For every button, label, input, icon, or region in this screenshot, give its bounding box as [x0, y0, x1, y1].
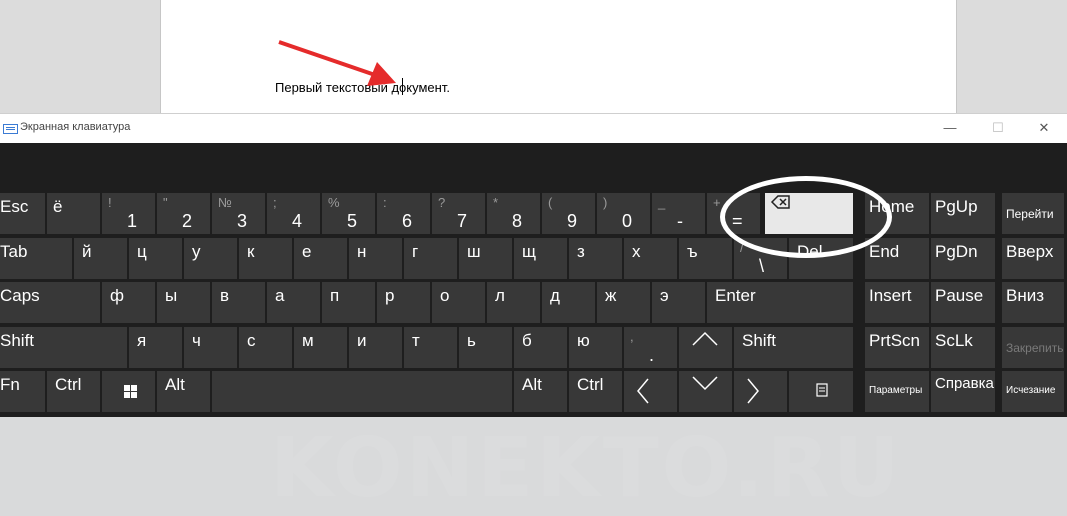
- key-pgup[interactable]: PgUp: [931, 193, 995, 234]
- key-ctrl-left[interactable]: Ctrl: [47, 371, 100, 412]
- key-8[interactable]: * 8: [487, 193, 540, 234]
- key-alt-right[interactable]: Alt: [514, 371, 567, 412]
- key-fn[interactable]: Fn: [0, 371, 45, 412]
- key-go[interactable]: Перейти: [1002, 193, 1064, 234]
- key-sh[interactable]: ш: [459, 238, 512, 279]
- key-g[interactable]: г: [404, 238, 457, 279]
- key-v[interactable]: в: [212, 282, 265, 323]
- osk-title: Экранная клавиатура: [20, 121, 131, 133]
- key-4[interactable]: ; 4: [267, 193, 320, 234]
- watermark-text: KONEKTO.RU: [270, 421, 903, 516]
- key-yy[interactable]: ы: [157, 282, 210, 323]
- key-m[interactable]: м: [294, 327, 347, 368]
- key-p[interactable]: п: [322, 282, 375, 323]
- key-arrow-up[interactable]: [679, 327, 732, 368]
- key-i[interactable]: и: [349, 327, 402, 368]
- key-hard[interactable]: ъ: [679, 238, 732, 279]
- key-e[interactable]: е: [294, 238, 347, 279]
- key-pgdn[interactable]: PgDn: [931, 238, 995, 279]
- highlight-ellipse: [720, 176, 892, 258]
- key-0[interactable]: ) 0: [597, 193, 650, 234]
- key-7[interactable]: ? 7: [432, 193, 485, 234]
- key-shift-right[interactable]: Shift: [734, 327, 853, 368]
- key-9[interactable]: (9: [542, 193, 595, 234]
- key-arrow-down[interactable]: [679, 371, 732, 412]
- key-tab[interactable]: Tab: [0, 238, 72, 279]
- key-up-nav[interactable]: Вверх: [1002, 238, 1064, 279]
- arrow-up-icon: [692, 331, 718, 346]
- key-y[interactable]: й: [74, 238, 127, 279]
- on-screen-keyboard: Esc ё ! 1 " 2 № 3 ; 4 % 5 :6 ? 7 * 8 (9 ) 0 _ - +…: [0, 143, 1067, 516]
- key-u[interactable]: у: [184, 238, 237, 279]
- key-5[interactable]: % 5: [322, 193, 375, 234]
- key-3[interactable]: № 3: [212, 193, 265, 234]
- key-d[interactable]: д: [542, 282, 595, 323]
- key-options[interactable]: Параметры: [865, 371, 929, 412]
- key-help[interactable]: Справка: [931, 371, 995, 412]
- arrow-left-icon: [637, 378, 649, 404]
- key-n[interactable]: н: [349, 238, 402, 279]
- arrow-down-icon: [692, 376, 718, 391]
- key-pause[interactable]: Pause: [931, 282, 995, 323]
- key-period[interactable]: ,.: [624, 327, 677, 368]
- osk-titlebar: Экранная клавиатура — ☐ ✕: [0, 113, 1067, 143]
- key-ya[interactable]: я: [129, 327, 182, 368]
- key-h[interactable]: х: [624, 238, 677, 279]
- key-1[interactable]: ! 1: [102, 193, 155, 234]
- key-alt-left[interactable]: Alt: [157, 371, 210, 412]
- menu-icon: [816, 383, 828, 397]
- key-shch[interactable]: щ: [514, 238, 567, 279]
- key-menu[interactable]: [789, 371, 853, 412]
- key-prtscn[interactable]: PrtScn: [865, 327, 929, 368]
- key-dock[interactable]: Закрепить: [1002, 327, 1064, 368]
- key-l[interactable]: л: [487, 282, 540, 323]
- key-ts[interactable]: ц: [129, 238, 182, 279]
- close-button[interactable]: ✕: [1030, 118, 1058, 138]
- key-arrow-left[interactable]: [624, 371, 677, 412]
- key-yo[interactable]: ё: [47, 193, 100, 234]
- key-arrow-right[interactable]: [734, 371, 787, 412]
- key-6[interactable]: :6: [377, 193, 430, 234]
- key-ch[interactable]: ч: [184, 327, 237, 368]
- red-arrow-annotation: [278, 40, 396, 86]
- key-shift-left[interactable]: Shift: [0, 327, 127, 368]
- key-enter[interactable]: Enter: [707, 282, 853, 323]
- key-minus[interactable]: _ -: [652, 193, 705, 234]
- key-ctrl-right[interactable]: Ctrl: [569, 371, 622, 412]
- key-2[interactable]: " 2: [157, 193, 210, 234]
- minimize-button[interactable]: —: [936, 118, 964, 138]
- key-o[interactable]: о: [432, 282, 485, 323]
- arrow-right-icon: [747, 378, 759, 404]
- key-z[interactable]: з: [569, 238, 622, 279]
- key-s[interactable]: с: [239, 327, 292, 368]
- keyboard-icon: [3, 124, 18, 134]
- key-windows[interactable]: [102, 371, 155, 412]
- key-k[interactable]: к: [239, 238, 292, 279]
- key-down-nav[interactable]: Вниз: [1002, 282, 1064, 323]
- key-esc[interactable]: Esc: [0, 193, 45, 234]
- key-r[interactable]: р: [377, 282, 430, 323]
- key-ee[interactable]: э: [652, 282, 705, 323]
- key-space[interactable]: [212, 371, 512, 412]
- key-a[interactable]: а: [267, 282, 320, 323]
- key-b[interactable]: б: [514, 327, 567, 368]
- windows-icon: [124, 385, 137, 398]
- key-f[interactable]: ф: [102, 282, 155, 323]
- key-soft[interactable]: ь: [459, 327, 512, 368]
- maximize-button[interactable]: ☐: [984, 118, 1012, 138]
- key-zh[interactable]: ж: [597, 282, 650, 323]
- key-end[interactable]: End: [865, 238, 929, 279]
- key-caps[interactable]: Caps: [0, 282, 100, 323]
- key-fade[interactable]: Исчезание: [1002, 371, 1064, 412]
- key-yu[interactable]: ю: [569, 327, 622, 368]
- key-t[interactable]: т: [404, 327, 457, 368]
- key-sclk[interactable]: ScLk: [931, 327, 995, 368]
- key-insert[interactable]: Insert: [865, 282, 929, 323]
